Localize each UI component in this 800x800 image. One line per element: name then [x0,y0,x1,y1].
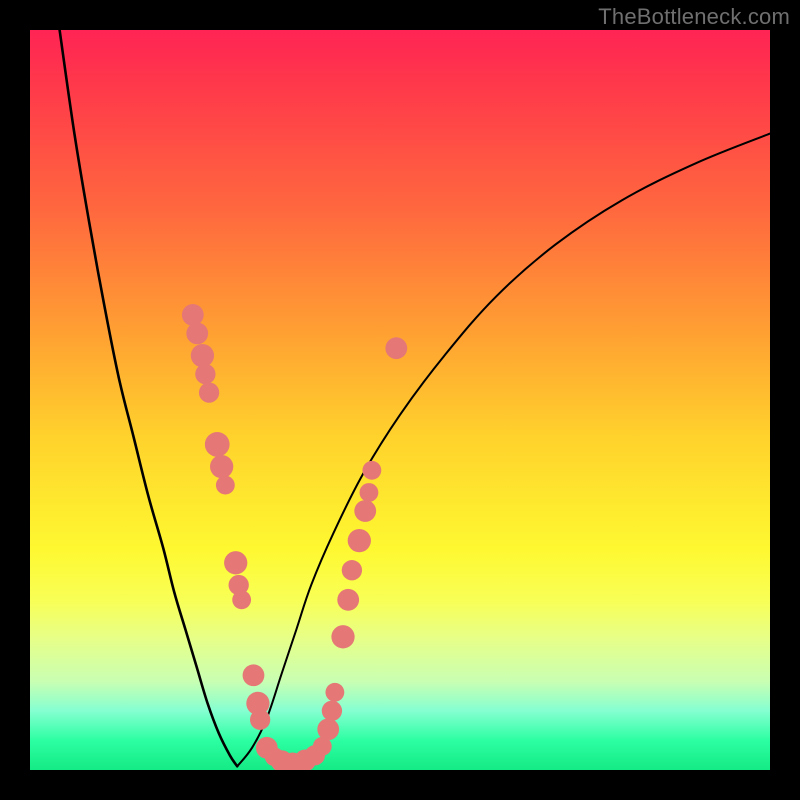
plot-area [30,30,770,770]
data-marker [342,560,362,580]
data-marker [348,529,371,552]
data-marker [195,364,215,384]
marker-group [182,304,407,770]
data-marker [205,432,230,457]
data-marker [354,500,376,522]
chart-frame: TheBottleneck.com [0,0,800,800]
data-marker [216,476,235,495]
data-marker [243,664,265,686]
data-marker [337,589,359,611]
data-marker [186,323,208,345]
data-marker [360,483,379,502]
data-marker [250,710,270,730]
curve-right-curve [237,134,770,767]
watermark-text: TheBottleneck.com [598,4,790,30]
data-marker [317,718,339,740]
data-marker [191,344,214,367]
data-marker [325,683,344,702]
data-marker [322,701,342,721]
data-marker [182,304,204,326]
data-marker [199,382,219,402]
curve-group [60,30,770,766]
data-marker [224,551,247,574]
data-marker [210,455,233,478]
data-marker [232,590,251,609]
data-marker [385,337,407,359]
data-marker [362,461,381,480]
chart-svg [30,30,770,770]
data-marker [331,625,354,648]
